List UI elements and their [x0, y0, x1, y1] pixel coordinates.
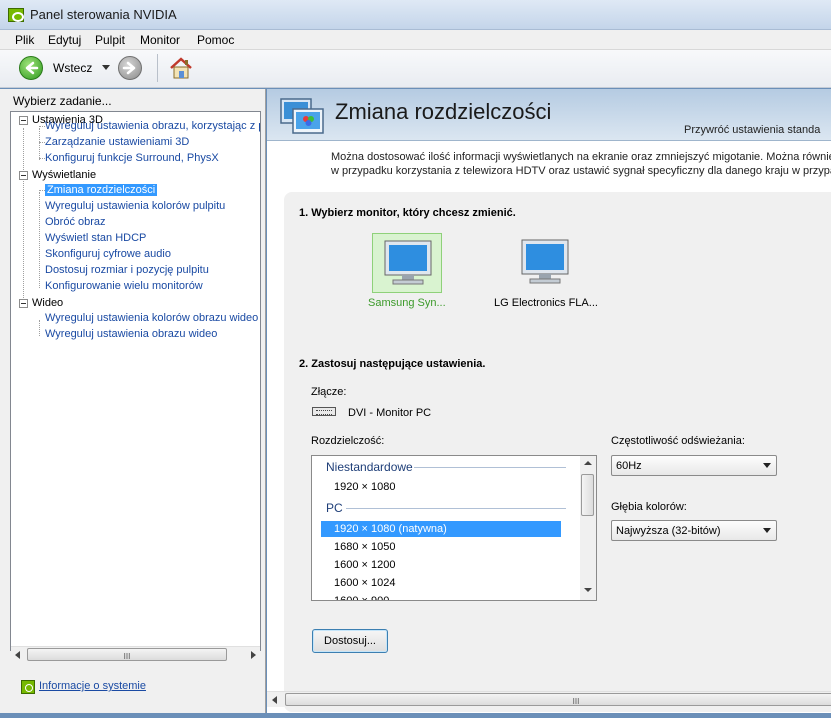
back-button[interactable] — [19, 56, 43, 80]
menu-plik[interactable]: Plik — [15, 33, 34, 47]
display-settings-icon — [280, 98, 324, 134]
back-label[interactable]: Wstecz — [53, 61, 92, 75]
page-title: Zmiana rozdzielczości — [335, 99, 552, 124]
scroll-up-icon[interactable] — [584, 461, 592, 465]
title-bar: Panel sterowania NVIDIA — [0, 0, 831, 30]
tree-line — [39, 128, 40, 160]
color-depth-select[interactable]: Najwyższa (32-bitów) — [611, 520, 777, 541]
group-divider — [414, 467, 566, 468]
tree-item-desktop-size[interactable]: Dostosuj rozmiar i pozycję pulpitu — [45, 264, 209, 276]
tree-item-surround-physx[interactable]: Konfiguruj funkcje Surround, PhysX — [45, 152, 219, 164]
menu-pulpit[interactable]: Pulpit — [95, 33, 125, 47]
scroll-down-icon[interactable] — [584, 588, 592, 592]
tree-horizontal-scrollbar[interactable]: III — [11, 646, 260, 662]
scroll-right-icon[interactable] — [251, 651, 256, 659]
resolution-item[interactable]: 1600 × 1200 — [321, 557, 561, 573]
connector-value: DVI - Monitor PC — [348, 407, 432, 419]
monitor-tile-lg[interactable] — [510, 233, 580, 293]
tree-item-hdcp[interactable]: Wyświetl stan HDCP — [45, 232, 146, 244]
menu-bar: Plik Edytuj Pulpit Monitor Pomoc — [0, 30, 831, 50]
monitor-label-samsung[interactable]: Samsung Syn... — [368, 297, 446, 309]
color-depth-label: Głębia kolorów: — [611, 501, 687, 513]
task-tree: Ustawienia 3D Wyreguluj ustawienia obraz… — [10, 111, 261, 651]
page-description: Można dostosować ilość informacji wyświe… — [331, 150, 831, 178]
resolution-list[interactable]: Niestandardowe 1920 × 1080 PC 1920 × 108… — [311, 455, 597, 601]
resolution-item[interactable]: 1920 × 1080 — [321, 479, 561, 495]
resolution-item[interactable]: 1680 × 1050 — [321, 539, 561, 555]
scroll-thumb[interactable]: III — [27, 648, 227, 661]
resolution-item[interactable]: 1600 × 1024 — [321, 575, 561, 591]
monitor-tile-samsung[interactable] — [372, 233, 442, 293]
resolution-group-header: PC — [326, 501, 343, 515]
tree-group-video[interactable]: Wideo — [32, 297, 63, 309]
toolbar: Wstecz — [0, 50, 831, 88]
window-title: Panel sterowania NVIDIA — [30, 7, 177, 22]
task-pane: Wybierz zadanie... Ustawienia 3D Wyregul… — [0, 89, 266, 714]
connector-label: Złącze: — [311, 386, 347, 398]
description-line: w przypadku korzystania z telewizora HDT… — [331, 165, 831, 177]
dvi-connector-icon — [312, 407, 336, 416]
refresh-rate-label: Częstotliwość odświeżania: — [611, 435, 745, 447]
window-bottom-border — [0, 713, 831, 718]
refresh-rate-value: 60Hz — [616, 460, 642, 472]
monitor-icon — [521, 239, 569, 284]
scroll-thumb[interactable]: III — [285, 693, 831, 706]
resolution-group-header: Niestandardowe — [326, 460, 413, 474]
task-label: Wybierz zadanie... — [13, 94, 112, 108]
tree-item-digital-audio[interactable]: Skonfiguruj cyfrowe audio — [45, 248, 171, 260]
system-info-icon — [21, 680, 35, 694]
main-horizontal-scrollbar[interactable]: III — [267, 691, 831, 707]
history-dropdown-icon[interactable] — [102, 65, 110, 70]
group-divider — [346, 508, 566, 509]
scroll-left-icon[interactable] — [15, 651, 20, 659]
scroll-thumb[interactable] — [581, 474, 594, 516]
section-title-monitor: 1. Wybierz monitor, który chcesz zmienić… — [299, 207, 516, 219]
tree-line — [23, 128, 24, 304]
resolution-list-scrollbar[interactable] — [580, 456, 596, 600]
refresh-rate-select[interactable]: 60Hz — [611, 455, 777, 476]
resolution-label: Rozdzielczość: — [311, 435, 385, 447]
tree-item-multi-monitor[interactable]: Konfigurowanie wielu monitorów — [45, 280, 203, 292]
toolbar-separator — [157, 54, 158, 82]
nvidia-logo-icon — [8, 8, 24, 22]
customize-button[interactable]: Dostosuj... — [312, 629, 388, 653]
restore-defaults-link[interactable]: Przywróć ustawienia standa — [684, 124, 820, 136]
tree-item-image-settings[interactable]: Wyreguluj ustawienia obrazu, korzystając… — [45, 120, 260, 132]
resolution-item[interactable]: 1600 × 900 — [321, 593, 561, 600]
forward-arrow-icon — [122, 61, 136, 75]
tree-item-rotate[interactable]: Obróć obraz — [45, 216, 106, 228]
tree-item-manage-3d[interactable]: Zarządzanie ustawieniami 3D — [45, 136, 189, 148]
tree-item-video-colors[interactable]: Wyreguluj ustawienia kolorów obrazu wide… — [45, 312, 258, 324]
expand-collapse-icon[interactable] — [19, 116, 28, 125]
scroll-grip: III — [572, 697, 580, 706]
tree-item-video-image[interactable]: Wyreguluj ustawienia obrazu wideo — [45, 328, 217, 340]
home-icon[interactable] — [168, 55, 194, 81]
menu-monitor[interactable]: Monitor — [140, 33, 180, 47]
system-info-link[interactable]: Informacje o systemie — [39, 680, 146, 692]
color-depth-value: Najwyższa (32-bitów) — [616, 525, 721, 537]
expand-collapse-icon[interactable] — [19, 171, 28, 180]
forward-button[interactable] — [118, 56, 142, 80]
monitor-label-lg[interactable]: LG Electronics FLA... — [494, 297, 598, 309]
tree-line — [39, 192, 40, 288]
page-header: Zmiana rozdzielczości Przywróć ustawieni… — [267, 89, 831, 141]
menu-pomoc[interactable]: Pomoc — [197, 33, 234, 47]
resolution-item-selected[interactable]: 1920 × 1080 (natywna) — [321, 521, 561, 537]
tree-item-desktop-colors[interactable]: Wyreguluj ustawienia kolorów pulpitu — [45, 200, 225, 212]
tree-item-change-resolution[interactable]: Zmiana rozdzielczości — [45, 184, 158, 196]
tree-line — [39, 320, 40, 336]
menu-edytuj[interactable]: Edytuj — [48, 33, 81, 47]
chevron-down-icon — [763, 528, 771, 533]
expand-collapse-icon[interactable] — [19, 299, 28, 308]
monitor-icon — [384, 240, 432, 285]
section-title-settings: 2. Zastosuj następujące ustawienia. — [299, 358, 486, 370]
chevron-down-icon — [763, 463, 771, 468]
description-line: Można dostosować ilość informacji wyświe… — [331, 151, 831, 163]
scroll-grip: III — [123, 652, 131, 661]
back-arrow-icon — [25, 61, 39, 75]
scroll-left-icon[interactable] — [272, 696, 277, 704]
tree-group-display[interactable]: Wyświetlanie — [32, 169, 96, 181]
main-content: Zmiana rozdzielczości Przywróć ustawieni… — [267, 89, 831, 714]
